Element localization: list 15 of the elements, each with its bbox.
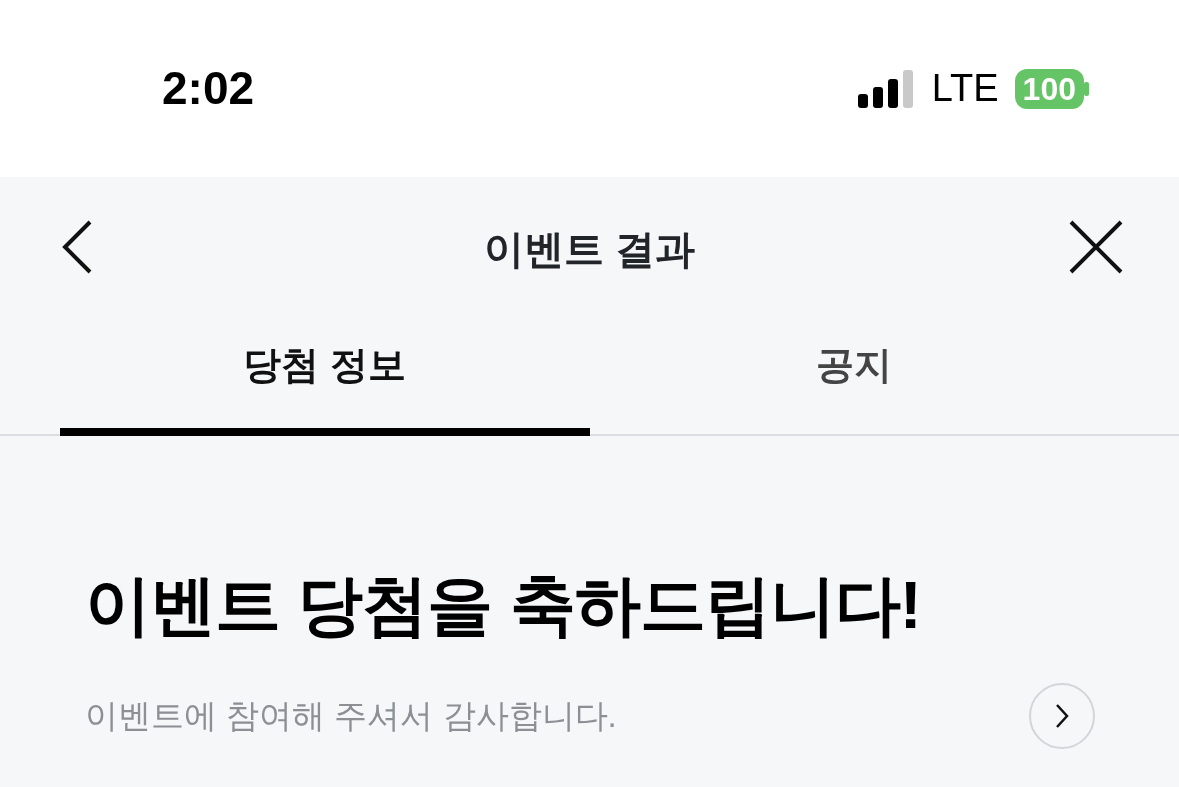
tab[interactable]: 공지 (589, 317, 1119, 436)
battery-tip-icon (1084, 81, 1089, 96)
close-button[interactable] (1068, 219, 1124, 275)
back-icon (60, 219, 94, 275)
status-time: 2:02 (162, 61, 255, 116)
tab[interactable]: 당첨 정보 (60, 317, 590, 436)
heading: 이벤트 당첨을 축하드립니다! (85, 567, 922, 644)
chevron-right-icon (1054, 703, 1070, 729)
network-label: LTE (931, 66, 999, 111)
subtitle: 이벤트에 참여해 주셔서 감사합니다. (85, 696, 617, 737)
battery-level: 100 (1014, 68, 1084, 109)
page-title: 이벤트 결과 (483, 227, 696, 271)
signal-icon (857, 69, 916, 108)
back-button[interactable] (60, 219, 94, 275)
close-icon (1068, 219, 1124, 275)
